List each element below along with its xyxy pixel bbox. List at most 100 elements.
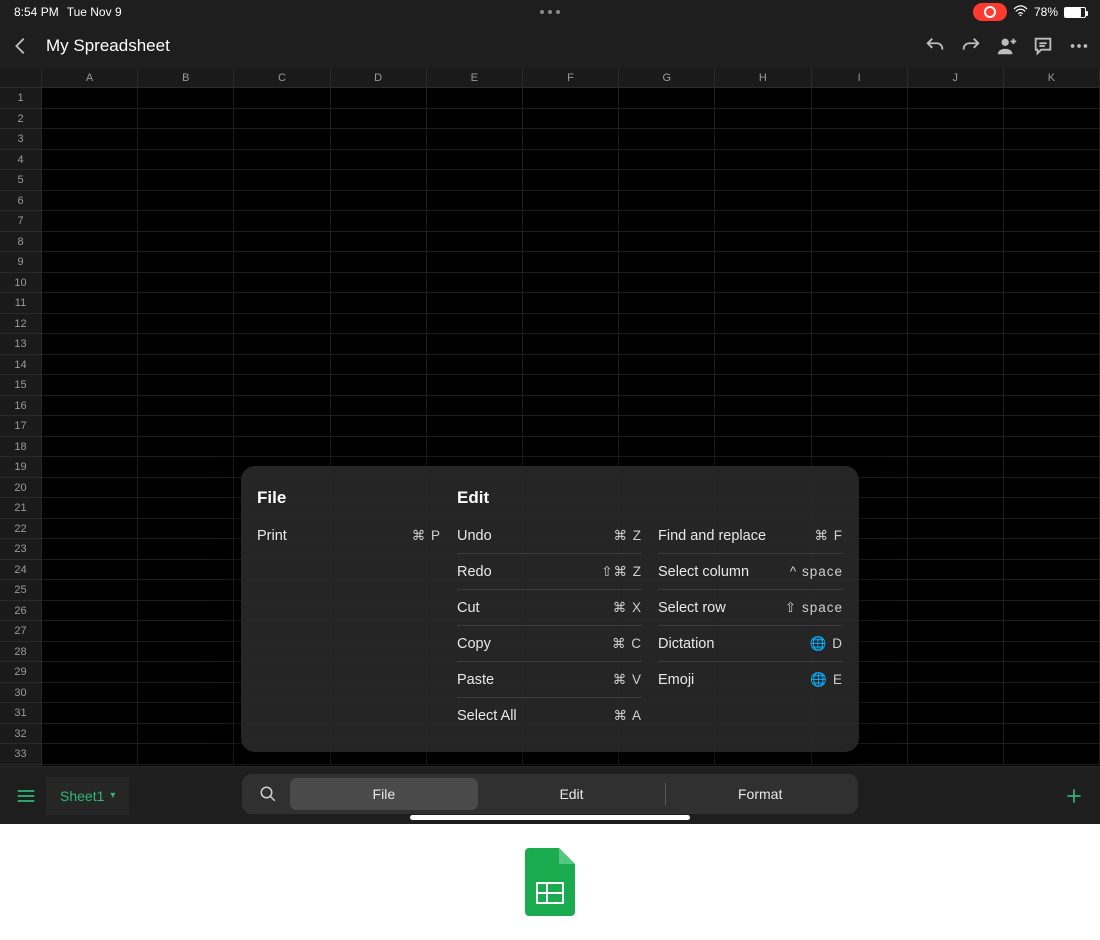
cell[interactable] <box>619 129 715 150</box>
cell[interactable] <box>138 580 234 601</box>
row-header[interactable]: 22 <box>0 519 42 540</box>
cell[interactable] <box>812 375 908 396</box>
cell[interactable] <box>523 334 619 355</box>
cell[interactable] <box>1004 170 1100 191</box>
cell[interactable] <box>331 293 427 314</box>
cell[interactable] <box>427 334 523 355</box>
cell[interactable] <box>427 355 523 376</box>
cell[interactable] <box>42 683 138 704</box>
cell[interactable] <box>619 355 715 376</box>
cell[interactable] <box>42 642 138 663</box>
cell[interactable] <box>715 109 811 130</box>
cell[interactable] <box>138 252 234 273</box>
cell[interactable] <box>715 416 811 437</box>
cell[interactable] <box>715 150 811 171</box>
cell[interactable] <box>138 150 234 171</box>
search-icon[interactable] <box>246 785 290 803</box>
col-header[interactable]: H <box>715 68 811 88</box>
cell[interactable] <box>1004 560 1100 581</box>
cell[interactable] <box>619 170 715 191</box>
cell[interactable] <box>331 252 427 273</box>
cell[interactable] <box>42 252 138 273</box>
cell[interactable] <box>812 437 908 458</box>
row-header[interactable]: 9 <box>0 252 42 273</box>
cell[interactable] <box>42 314 138 335</box>
cell[interactable] <box>1004 580 1100 601</box>
cell[interactable] <box>908 437 1004 458</box>
cell[interactable] <box>812 355 908 376</box>
cell[interactable] <box>138 744 234 765</box>
row-header[interactable]: 4 <box>0 150 42 171</box>
cell[interactable] <box>42 355 138 376</box>
cell[interactable] <box>138 457 234 478</box>
cell[interactable] <box>812 129 908 150</box>
cell[interactable] <box>42 109 138 130</box>
cell[interactable] <box>908 88 1004 109</box>
row-header[interactable]: 25 <box>0 580 42 601</box>
cell[interactable] <box>1004 601 1100 622</box>
cell[interactable] <box>331 375 427 396</box>
row-header[interactable]: 28 <box>0 642 42 663</box>
cell[interactable] <box>812 252 908 273</box>
back-icon[interactable] <box>10 35 32 57</box>
cell[interactable] <box>1004 498 1100 519</box>
cell[interactable] <box>138 273 234 294</box>
row-header[interactable]: 21 <box>0 498 42 519</box>
cell[interactable] <box>908 560 1004 581</box>
cell[interactable] <box>523 273 619 294</box>
cell[interactable] <box>331 273 427 294</box>
cell[interactable] <box>427 252 523 273</box>
cell[interactable] <box>138 416 234 437</box>
row-header[interactable]: 24 <box>0 560 42 581</box>
cell[interactable] <box>1004 273 1100 294</box>
cell[interactable] <box>908 129 1004 150</box>
cell[interactable] <box>1004 334 1100 355</box>
kb-shortcut-item[interactable]: Select column^ space <box>658 554 843 590</box>
cell[interactable] <box>812 334 908 355</box>
kb-shortcut-item[interactable]: Cut⌘ X <box>457 590 642 626</box>
all-sheets-icon[interactable] <box>6 788 46 804</box>
cell[interactable] <box>42 375 138 396</box>
col-header[interactable]: B <box>138 68 234 88</box>
cell[interactable] <box>812 211 908 232</box>
cell[interactable] <box>1004 744 1100 765</box>
cell[interactable] <box>908 642 1004 663</box>
cell[interactable] <box>234 396 330 417</box>
row-header[interactable]: 15 <box>0 375 42 396</box>
cell[interactable] <box>138 355 234 376</box>
cell[interactable] <box>234 129 330 150</box>
cell[interactable] <box>138 498 234 519</box>
cell[interactable] <box>42 416 138 437</box>
cell[interactable] <box>138 683 234 704</box>
cell[interactable] <box>427 109 523 130</box>
cell[interactable] <box>42 724 138 745</box>
cell[interactable] <box>715 375 811 396</box>
cell[interactable] <box>42 457 138 478</box>
cell[interactable] <box>138 314 234 335</box>
cell[interactable] <box>523 252 619 273</box>
cell[interactable] <box>812 232 908 253</box>
cell[interactable] <box>1004 314 1100 335</box>
multitask-dots[interactable] <box>540 10 560 14</box>
cell[interactable] <box>619 211 715 232</box>
cell[interactable] <box>812 416 908 437</box>
cell[interactable] <box>138 293 234 314</box>
cell[interactable] <box>1004 191 1100 212</box>
cell[interactable] <box>1004 109 1100 130</box>
cell[interactable] <box>331 396 427 417</box>
cell[interactable] <box>715 88 811 109</box>
cell[interactable] <box>619 191 715 212</box>
cell[interactable] <box>42 703 138 724</box>
cell[interactable] <box>619 314 715 335</box>
sheet-tab[interactable]: Sheet1 ▾ <box>46 777 129 815</box>
cell[interactable] <box>715 334 811 355</box>
cell[interactable] <box>908 355 1004 376</box>
cell[interactable] <box>1004 129 1100 150</box>
cell[interactable] <box>234 375 330 396</box>
cell[interactable] <box>715 355 811 376</box>
cell[interactable] <box>715 437 811 458</box>
home-indicator[interactable] <box>410 815 690 820</box>
row-header[interactable]: 3 <box>0 129 42 150</box>
cell[interactable] <box>908 232 1004 253</box>
kb-shortcut-item[interactable]: Select row⇧ space <box>658 590 843 626</box>
